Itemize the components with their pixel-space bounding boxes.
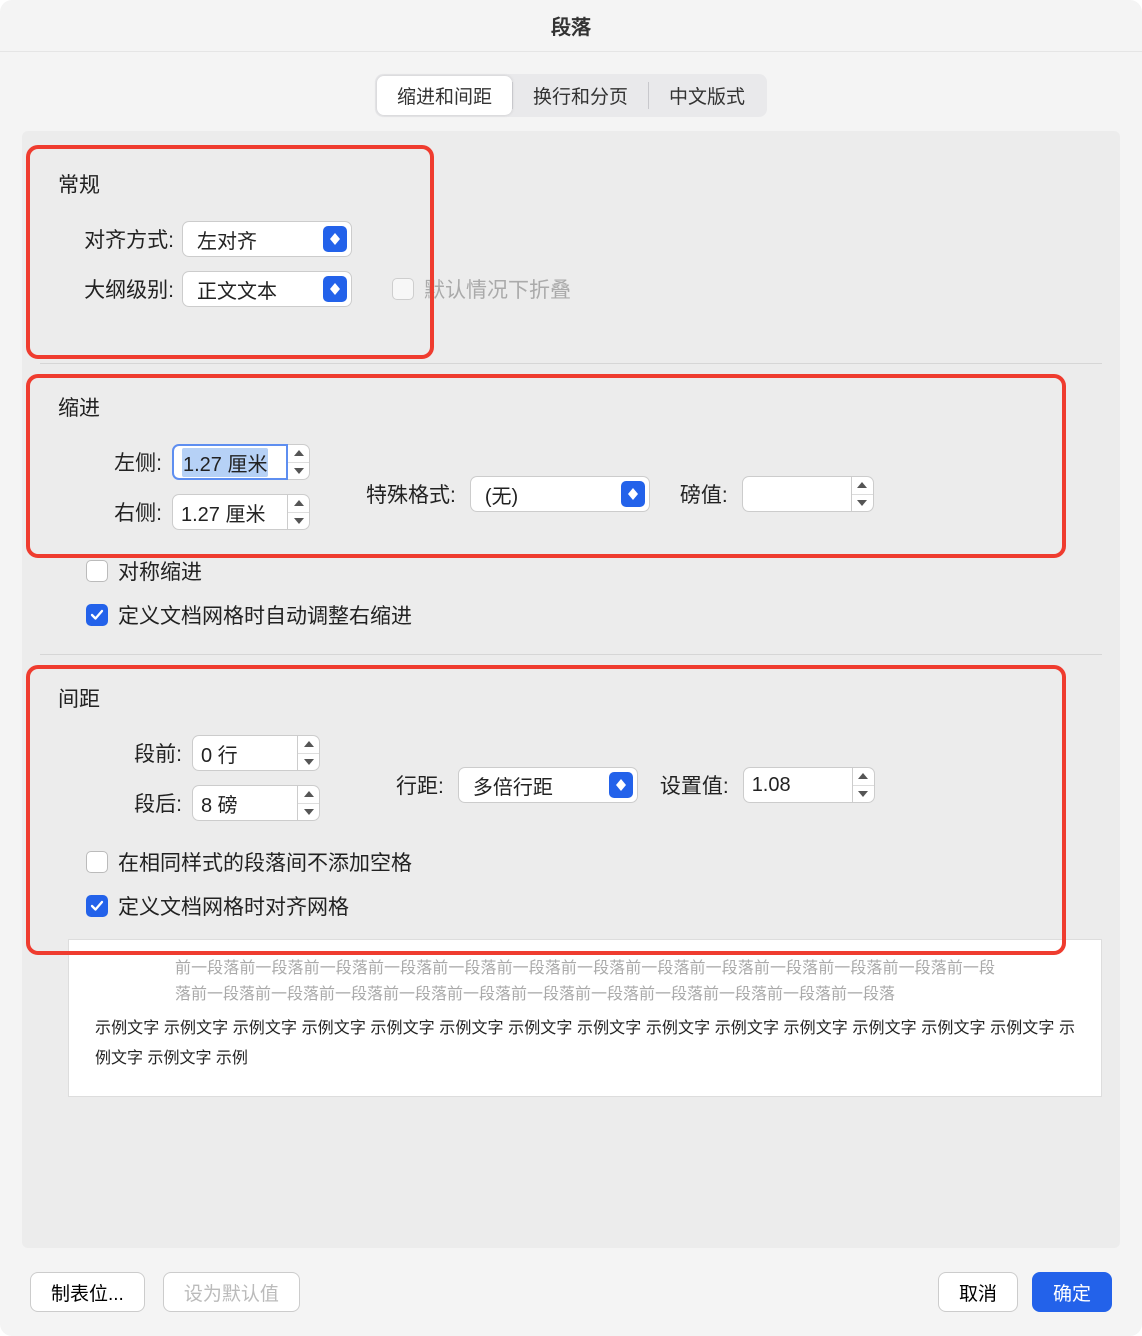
general-title: 常规 [58,169,1082,199]
tab-line-page[interactable]: 换行和分页 [513,76,648,115]
stepper-down-icon[interactable] [288,513,309,530]
divider [40,363,1102,364]
indent-left-stepper[interactable] [288,444,310,480]
snap-grid-label: 定义文档网格时对齐网格 [118,891,349,921]
after-value: 8 磅 [201,789,238,818]
outline-label: 大纲级别: [64,274,174,304]
no-space-checkbox[interactable] [86,851,108,873]
preview-box: 前一段落前一段落前一段落前一段落前一段落前一段落前一段落前一段落前一段落前一段落… [68,939,1102,1097]
by-stepper[interactable] [852,476,874,512]
select-arrows-icon [621,481,645,507]
before-stepper[interactable] [298,735,320,771]
tab-chinese-layout[interactable]: 中文版式 [649,76,765,115]
after-stepper[interactable] [298,785,320,821]
indent-title: 缩进 [58,392,1082,422]
stepper-down-icon[interactable] [298,804,319,821]
set-default-button: 设为默认值 [163,1272,300,1312]
stepper-up-icon[interactable] [288,445,309,463]
stepper-down-icon[interactable] [853,786,874,803]
outline-value: 正文文本 [183,275,323,304]
at-value: 1.08 [752,774,791,797]
select-arrows-icon [323,276,347,302]
by-label: 磅值: [680,479,728,509]
indent-left-value: 1.27 厘米 [182,448,268,477]
stepper-down-icon[interactable] [852,495,873,512]
stepper-down-icon[interactable] [298,754,319,771]
auto-adjust-label: 定义文档网格时自动调整右缩进 [118,600,412,630]
stepper-up-icon[interactable] [298,786,319,804]
indent-right-value: 1.27 厘米 [181,498,265,527]
after-input[interactable]: 8 磅 [192,785,298,821]
stepper-up-icon[interactable] [288,495,309,513]
tab-group: 缩进和间距 换行和分页 中文版式 [0,74,1142,117]
auto-adjust-checkbox[interactable] [86,604,108,626]
indent-right-stepper[interactable] [288,494,310,530]
before-value: 0 行 [201,739,238,768]
mirror-indent-label: 对称缩进 [118,556,202,586]
indent-left-label: 左侧: [98,447,162,477]
alignment-label: 对齐方式: [64,224,174,254]
special-label: 特殊格式: [366,479,456,509]
content-panel: 常规 对齐方式: 左对齐 大纲级别: 正文文本 [22,131,1120,1248]
select-arrows-icon [323,226,347,252]
before-label: 段前: [98,738,182,768]
outline-select[interactable]: 正文文本 [182,271,352,307]
spacing-title: 间距 [58,683,1082,713]
footer: 制表位... 设为默认值 取消 确定 [0,1248,1142,1336]
preview-sample-text: 示例文字 示例文字 示例文字 示例文字 示例文字 示例文字 示例文字 示例文字 … [95,1014,1075,1074]
paragraph-dialog: 段落 缩进和间距 换行和分页 中文版式 常规 对齐方式: 左对齐 [0,0,1142,1336]
mirror-indent-checkbox[interactable] [86,560,108,582]
collapse-label: 默认情况下折叠 [424,274,571,304]
before-input[interactable]: 0 行 [192,735,298,771]
line-spacing-value: 多倍行距 [459,771,609,800]
indent-left-input[interactable]: 1.27 厘米 [172,444,288,480]
collapse-checkbox [392,278,414,300]
indent-right-label: 右侧: [98,497,162,527]
at-label: 设置值: [660,770,729,800]
tab-indent-spacing[interactable]: 缩进和间距 [377,76,512,115]
alignment-value: 左对齐 [183,225,323,254]
indent-right-input[interactable]: 1.27 厘米 [172,494,288,530]
stepper-down-icon[interactable] [288,463,309,480]
dialog-title: 段落 [0,0,1142,52]
no-space-label: 在相同样式的段落间不添加空格 [118,847,412,877]
at-stepper[interactable] [853,767,875,803]
preview-prev-text: 前一段落前一段落前一段落前一段落前一段落前一段落前一段落前一段落前一段落前一段落… [95,956,1075,1008]
snap-grid-checkbox[interactable] [86,895,108,917]
stepper-up-icon[interactable] [853,768,874,786]
by-input[interactable] [742,476,852,512]
divider [40,654,1102,655]
alignment-select[interactable]: 左对齐 [182,221,352,257]
at-input[interactable]: 1.08 [743,767,853,803]
special-select[interactable]: (无) [470,476,650,512]
cancel-button[interactable]: 取消 [938,1272,1018,1312]
tabs-button[interactable]: 制表位... [30,1272,145,1312]
special-value: (无) [471,480,621,509]
ok-button[interactable]: 确定 [1032,1272,1112,1312]
stepper-up-icon[interactable] [298,736,319,754]
select-arrows-icon [609,772,633,798]
after-label: 段后: [98,788,182,818]
line-spacing-label: 行距: [396,770,444,800]
line-spacing-select[interactable]: 多倍行距 [458,767,638,803]
stepper-up-icon[interactable] [852,477,873,495]
